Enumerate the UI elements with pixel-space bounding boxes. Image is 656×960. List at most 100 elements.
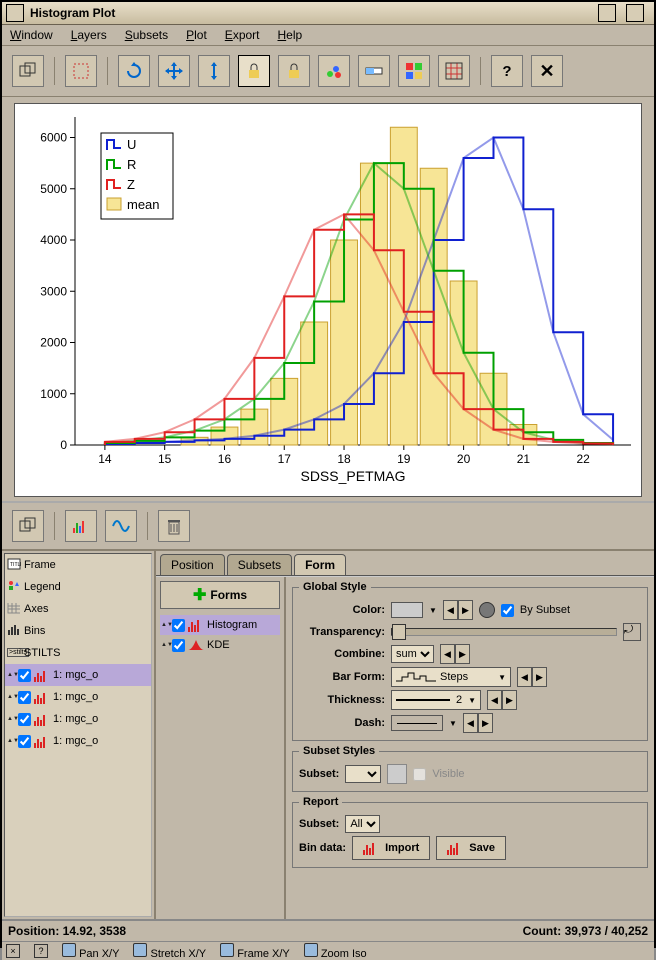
menu-subsets[interactable]: Subsets bbox=[125, 28, 168, 42]
layer-label: 1: mgc_o bbox=[53, 691, 98, 703]
reload-button[interactable] bbox=[118, 55, 150, 87]
color-swatch-dropdown[interactable] bbox=[391, 602, 423, 618]
svg-text:Z: Z bbox=[127, 177, 135, 192]
svg-text:14: 14 bbox=[98, 452, 112, 466]
separator bbox=[480, 57, 481, 85]
layer-enable-checkbox[interactable] bbox=[18, 691, 31, 704]
window-title: Histogram Plot bbox=[30, 6, 598, 20]
form-label: Histogram bbox=[207, 619, 257, 631]
tree-label: Frame bbox=[24, 559, 56, 571]
tree-label: Axes bbox=[24, 603, 48, 615]
footer-stretch: Stretch X/Y bbox=[150, 948, 206, 960]
kde-icon bbox=[188, 638, 204, 653]
save-button[interactable]: Save bbox=[436, 836, 506, 860]
add-histogram-button[interactable] bbox=[65, 510, 97, 542]
frames-button[interactable] bbox=[12, 55, 44, 87]
grid-button[interactable] bbox=[438, 55, 470, 87]
tree-row[interactable]: TITLEFrame bbox=[5, 554, 151, 576]
layer-enable-checkbox[interactable] bbox=[18, 713, 31, 726]
footer-zoom: Zoom Iso bbox=[321, 948, 367, 960]
report-subset-select[interactable]: All bbox=[345, 815, 380, 833]
tree-layer-row[interactable]: ▲▼1: mgc_o bbox=[5, 730, 151, 752]
swatch-button[interactable] bbox=[398, 55, 430, 87]
menu-help[interactable]: Help bbox=[278, 28, 303, 42]
layer-enable-checkbox[interactable] bbox=[18, 669, 31, 682]
tree-row[interactable]: Bins bbox=[5, 620, 151, 642]
barform-select[interactable]: Steps▼ bbox=[391, 667, 511, 687]
svg-text:17: 17 bbox=[278, 452, 292, 466]
pan-button[interactable] bbox=[158, 55, 190, 87]
lock-x-button[interactable] bbox=[238, 55, 270, 87]
tree-layer-row[interactable]: ▲▼ 1: mgc_o bbox=[5, 686, 151, 708]
reorder-handle[interactable]: ▲▼ bbox=[7, 667, 15, 683]
tree-row[interactable]: Axes bbox=[5, 598, 151, 620]
thickness-select[interactable]: 2▼ bbox=[391, 690, 481, 710]
transparency-slider[interactable] bbox=[391, 628, 617, 636]
menu-export[interactable]: Export bbox=[225, 28, 260, 42]
mouse-icon bbox=[133, 943, 147, 957]
layer-tree[interactable]: TITLEFrame Legend Axes Bins >stiltsSTILTS ▲▼ 1… bbox=[4, 553, 152, 917]
wm-maximize-button[interactable] bbox=[626, 4, 644, 22]
tree-icon bbox=[7, 580, 21, 594]
select-button[interactable] bbox=[65, 55, 97, 87]
form-row-histogram[interactable]: ▲▼ Histogram bbox=[160, 615, 280, 635]
menu-plot[interactable]: Plot bbox=[186, 28, 207, 42]
tree-label: Legend bbox=[24, 581, 61, 593]
reorder-handle[interactable]: ▲▼ bbox=[161, 617, 169, 633]
visible-label: Visible bbox=[432, 768, 464, 780]
add-form-button[interactable]: ✚ Forms bbox=[160, 581, 280, 609]
reorder-handle[interactable]: ▲▼ bbox=[7, 733, 15, 749]
svg-text:R: R bbox=[127, 157, 136, 172]
app-window: Histogram Plot Window Layers Subsets Plo… bbox=[0, 0, 656, 948]
close-button[interactable]: ✕ bbox=[531, 55, 563, 87]
tab-subsets[interactable]: Subsets bbox=[227, 554, 292, 575]
form-enable-checkbox[interactable] bbox=[172, 619, 185, 632]
combine-spin[interactable]: ◀▶ bbox=[440, 644, 470, 664]
bars-icon bbox=[447, 841, 463, 855]
menubar: Window Layers Subsets Plot Export Help bbox=[2, 25, 654, 46]
tree-row[interactable]: Legend bbox=[5, 576, 151, 598]
menu-layers[interactable]: Layers bbox=[71, 28, 107, 42]
wm-minimize-button[interactable] bbox=[598, 4, 616, 22]
mouse-icon bbox=[220, 943, 234, 957]
reorder-handle[interactable]: ▲▼ bbox=[7, 689, 15, 705]
tab-form[interactable]: Form bbox=[294, 554, 346, 575]
tree-layer-row[interactable]: ▲▼1: mgc_o bbox=[5, 708, 151, 730]
footer-hints: × ? Pan X/Y Stretch X/Y Frame X/Y Zoom I… bbox=[2, 941, 654, 960]
tree-row[interactable]: >stiltsSTILTS bbox=[5, 642, 151, 664]
thickness-spin[interactable]: ◀▶ bbox=[487, 690, 517, 710]
reorder-handle[interactable]: ▲▼ bbox=[161, 637, 169, 653]
color-spin[interactable]: ◀▶ bbox=[443, 600, 473, 620]
transparency-label: Transparency: bbox=[299, 626, 385, 638]
range-button[interactable] bbox=[358, 55, 390, 87]
add-layer-button[interactable] bbox=[12, 510, 44, 542]
reorder-handle[interactable]: ▲▼ bbox=[7, 711, 15, 727]
status-position: Position: 14.92, 3538 bbox=[8, 924, 126, 938]
menu-window[interactable]: Window bbox=[10, 28, 53, 42]
delete-layer-button[interactable] bbox=[158, 510, 190, 542]
combine-select[interactable]: sum bbox=[391, 645, 434, 663]
wm-menu-button[interactable] bbox=[6, 4, 24, 22]
form-row-kde[interactable]: ▲▼ KDE bbox=[160, 635, 280, 655]
svg-text:TITLE: TITLE bbox=[10, 562, 21, 568]
mouse-icon bbox=[62, 943, 76, 957]
layer-enable-checkbox[interactable] bbox=[18, 735, 31, 748]
tree-layer-row[interactable]: ▲▼1: mgc_o bbox=[5, 664, 151, 686]
form-enable-checkbox[interactable] bbox=[172, 639, 185, 652]
status-bar: Position: 14.92, 3538 Count: 39,973 / 40… bbox=[2, 919, 654, 941]
sketch-button[interactable] bbox=[318, 55, 350, 87]
help-button[interactable]: ? bbox=[491, 55, 523, 87]
tab-position[interactable]: Position bbox=[160, 554, 225, 575]
subset-select[interactable] bbox=[345, 765, 381, 783]
tree-label: Bins bbox=[24, 625, 45, 637]
dash-spin[interactable]: ◀▶ bbox=[463, 713, 493, 733]
import-button[interactable]: Import bbox=[352, 836, 430, 860]
add-function-button[interactable] bbox=[105, 510, 137, 542]
stretch-button[interactable] bbox=[198, 55, 230, 87]
transparency-reset-button[interactable]: ⤾ bbox=[623, 623, 641, 641]
dash-select[interactable] bbox=[391, 715, 443, 731]
barform-spin[interactable]: ◀▶ bbox=[517, 667, 547, 687]
lock-y-button[interactable] bbox=[278, 55, 310, 87]
by-subset-checkbox[interactable] bbox=[501, 604, 514, 617]
plot-area[interactable]: 0100020003000400050006000141516171819202… bbox=[14, 103, 642, 497]
